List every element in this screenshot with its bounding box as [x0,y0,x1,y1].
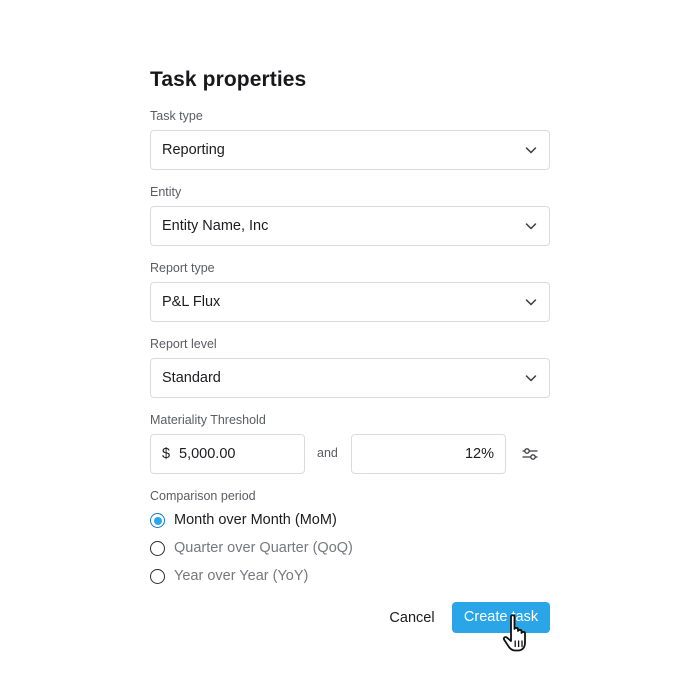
radio-label-mom: Month over Month (MoM) [174,512,337,528]
chevron-down-icon [525,375,537,382]
entity-label: Entity [150,185,182,199]
radio-option-qoq[interactable]: Quarter over Quarter (QoQ) [150,540,360,558]
radio-label-qoq: Quarter over Quarter (QoQ) [174,540,353,556]
task-type-select[interactable]: Reporting [150,130,550,170]
dialog-title: Task properties [150,68,307,91]
materiality-percent-value: 12% [464,446,494,462]
radio-button-selected[interactable] [150,513,165,528]
comparison-period-label: Comparison period [150,489,256,503]
and-connector: and [317,446,338,460]
materiality-amount-input[interactable]: $ 5,000.00 [150,434,305,474]
report-type-label: Report type [150,261,215,275]
report-level-label: Report level [150,337,217,351]
report-level-value: Standard [162,370,221,386]
materiality-amount-value: 5,000.00 [179,446,236,462]
radio-button[interactable] [150,541,165,556]
materiality-threshold-label: Materiality Threshold [150,413,266,427]
report-type-select[interactable]: P&L Flux [150,282,550,322]
entity-value: Entity Name, Inc [162,218,269,234]
task-type-label: Task type [150,109,203,123]
sliders-icon[interactable] [521,446,539,462]
radio-button[interactable] [150,569,165,584]
create-task-button[interactable]: Create task [452,602,550,633]
radio-label-yoy: Year over Year (YoY) [174,568,309,584]
task-type-value: Reporting [162,142,225,158]
radio-option-yoy[interactable]: Year over Year (YoY) [150,568,320,586]
chevron-down-icon [525,223,537,230]
currency-symbol: $ [162,446,171,462]
radio-option-mom[interactable]: Month over Month (MoM) [150,512,350,530]
entity-select[interactable]: Entity Name, Inc [150,206,550,246]
cancel-button[interactable]: Cancel [383,604,441,632]
chevron-down-icon [525,299,537,306]
report-type-value: P&L Flux [162,294,221,310]
chevron-down-icon [525,147,537,154]
materiality-percent-input[interactable]: 12% [351,434,506,474]
report-level-select[interactable]: Standard [150,358,550,398]
